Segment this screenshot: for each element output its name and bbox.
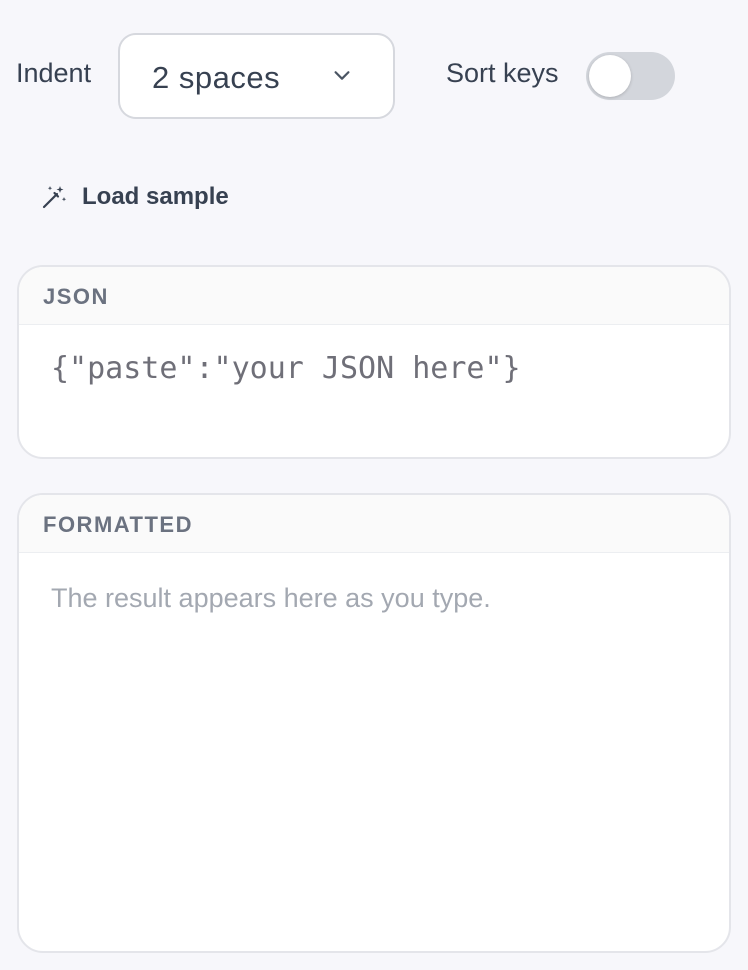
- json-panel-title: JSON: [43, 284, 109, 309]
- formatted-output-placeholder: The result appears here as you type.: [51, 583, 491, 613]
- json-input-panel: JSON: [17, 265, 731, 459]
- json-input[interactable]: [19, 325, 729, 457]
- json-panel-header: JSON: [19, 267, 729, 325]
- options-bar: Indent 2 spaces Sort keys: [0, 0, 748, 160]
- indent-label: Indent: [16, 58, 92, 88]
- chevron-down-icon: [334, 71, 350, 80]
- load-sample-button[interactable]: Load sample: [40, 180, 229, 214]
- magic-wand-icon: [42, 186, 67, 209]
- formatted-output-panel: FORMATTED The result appears here as you…: [17, 493, 731, 953]
- formatted-panel-header: FORMATTED: [19, 495, 729, 553]
- sort-keys-label: Sort keys: [446, 58, 559, 88]
- json-formatter-page: Indent 2 spaces Sort keys Load sample JS…: [0, 0, 748, 970]
- indent-select-value: 2 spaces: [152, 60, 281, 95]
- toggle-knob: [589, 55, 631, 97]
- sort-keys-toggle[interactable]: [586, 52, 675, 100]
- load-sample-label: Load sample: [82, 183, 229, 210]
- formatted-panel-title: FORMATTED: [43, 512, 193, 537]
- indent-select[interactable]: 2 spaces: [118, 33, 395, 119]
